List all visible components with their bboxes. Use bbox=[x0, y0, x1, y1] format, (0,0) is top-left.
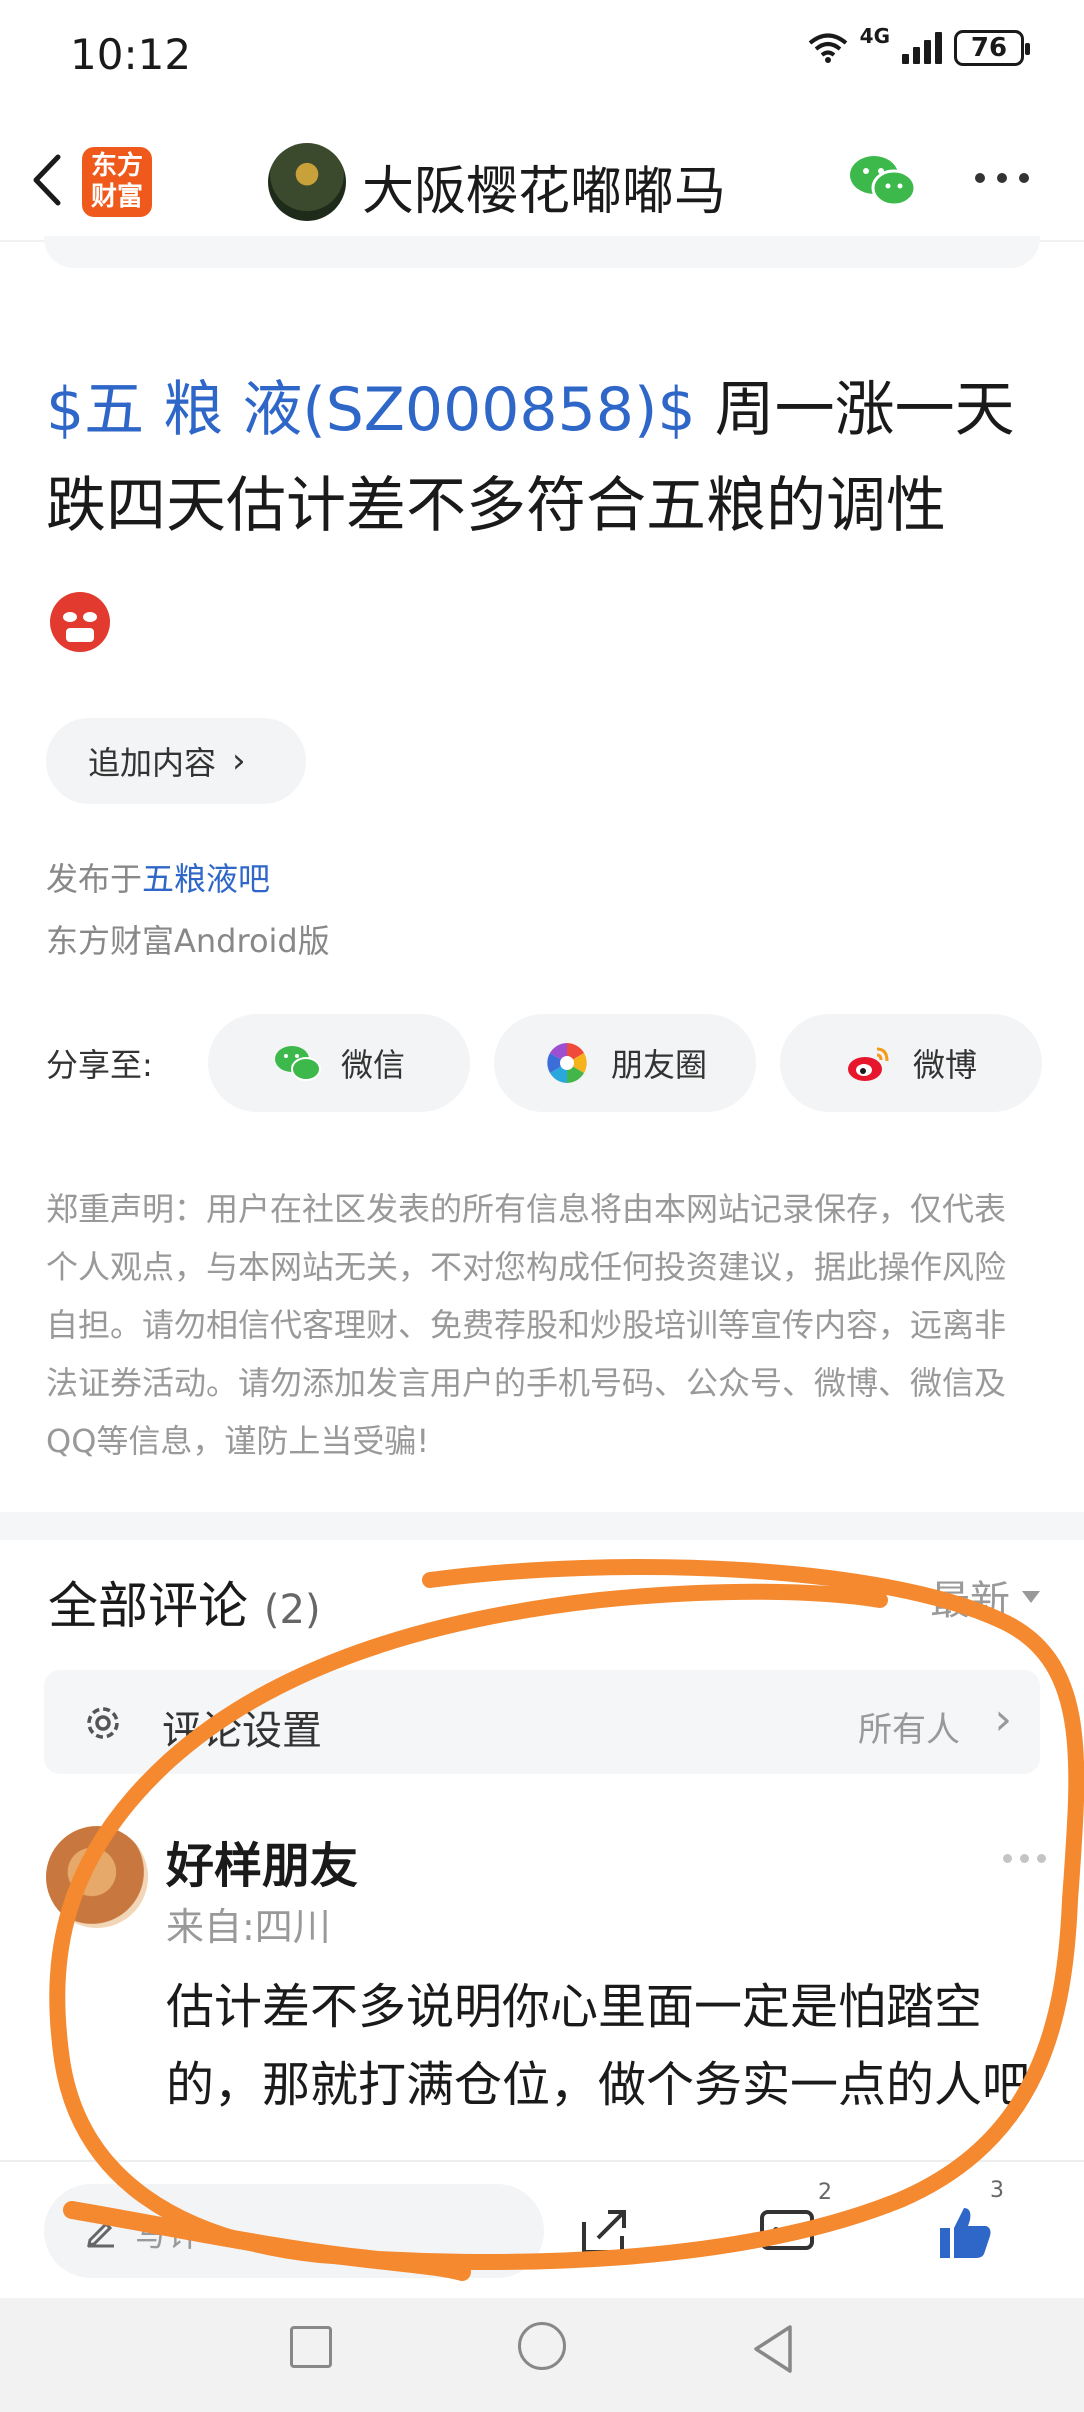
pencil-icon bbox=[87, 2221, 114, 2248]
like-icon[interactable] bbox=[934, 2202, 994, 2262]
like-count-badge: 3 bbox=[990, 2178, 1004, 2203]
commenter-name[interactable]: 好样朋友 bbox=[166, 1826, 358, 1896]
sort-label: 最新 bbox=[930, 1578, 1010, 1624]
comment-icon[interactable] bbox=[758, 2202, 818, 2262]
comment-count-badge: 2 bbox=[818, 2180, 832, 2205]
status-icons: 4G 76 bbox=[808, 24, 1030, 66]
angry-emoji-icon bbox=[50, 592, 110, 652]
caret-down-icon bbox=[1022, 1591, 1040, 1603]
comments-header: 全部评论 (2) bbox=[48, 1566, 321, 1638]
battery-level: 76 bbox=[970, 33, 1008, 63]
commenter-location: 来自:四川 bbox=[166, 1905, 331, 1949]
bar-link[interactable]: 五粮液吧 bbox=[142, 860, 270, 898]
status-time: 10:12 bbox=[70, 30, 192, 79]
collapsed-card-edge bbox=[44, 236, 1040, 268]
published-prefix: 发布于 bbox=[46, 860, 143, 898]
back-arrow-icon[interactable] bbox=[22, 145, 72, 215]
published-in: 发布于五粮液吧 bbox=[46, 854, 270, 900]
chevron-right-icon: › bbox=[994, 1694, 1012, 1745]
share-weibo-button[interactable]: 微博 bbox=[780, 1014, 1042, 1112]
system-nav-bar bbox=[0, 2298, 1084, 2412]
append-content-button[interactable]: 追加内容 › bbox=[46, 718, 306, 804]
more-options-icon[interactable] bbox=[975, 173, 1029, 183]
bottom-action-bar: 写评 2 3 bbox=[0, 2160, 1084, 2298]
comments-count: (2) bbox=[263, 1587, 321, 1633]
top-nav: 东方财富 大阪樱花嘟嘟马 bbox=[0, 125, 1084, 235]
share-moments-button[interactable]: 朋友圈 bbox=[494, 1014, 756, 1112]
stock-tag-link[interactable]: $五 粮 液(SZ000858)$ bbox=[46, 375, 696, 445]
recent-apps-icon[interactable] bbox=[290, 2326, 332, 2368]
author-name[interactable]: 大阪樱花嘟嘟马 bbox=[362, 149, 726, 224]
share-moments-label: 朋友圈 bbox=[610, 1046, 707, 1084]
share-wechat-button[interactable]: 微信 bbox=[208, 1014, 470, 1112]
share-wechat-label: 微信 bbox=[340, 1046, 405, 1084]
commenter-avatar[interactable] bbox=[46, 1826, 148, 1928]
comment-more-icon[interactable] bbox=[1003, 1854, 1046, 1863]
nav-back-icon[interactable] bbox=[748, 2322, 798, 2376]
comment-settings-row[interactable]: 评论设置 所有人 › bbox=[44, 1670, 1040, 1774]
share-icon[interactable] bbox=[574, 2202, 634, 2262]
comments-title: 全部评论 bbox=[48, 1577, 248, 1635]
comment-text: 估计差不多说明你心里面一定是怕踏空的，那就打满仓位，做个务实一点的人吧 bbox=[166, 1979, 1031, 2113]
write-comment-placeholder: 写评 bbox=[134, 2214, 202, 2255]
network-type: 4G bbox=[859, 24, 890, 48]
author-avatar[interactable] bbox=[268, 143, 346, 221]
disclaimer-text: 郑重声明：用户在社区发表的所有信息将由本网站记录保存，仅代表个人观点，与本网站无… bbox=[46, 1190, 1007, 1460]
comment-settings-label: 评论设置 bbox=[162, 1708, 322, 1754]
home-icon[interactable] bbox=[518, 2322, 566, 2370]
write-comment-input[interactable]: 写评 bbox=[44, 2184, 544, 2278]
moments-icon bbox=[547, 1043, 587, 1083]
chevron-right-icon: › bbox=[232, 741, 246, 781]
wechat-icon bbox=[274, 1046, 321, 1081]
sort-dropdown[interactable]: 最新 bbox=[930, 1568, 1040, 1626]
append-content-label: 追加内容 bbox=[88, 744, 217, 782]
wechat-share-icon[interactable] bbox=[848, 151, 918, 211]
app-logo[interactable]: 东方财富 bbox=[82, 147, 152, 217]
share-weibo-label: 微博 bbox=[912, 1046, 977, 1084]
comment-settings-value: 所有人 bbox=[858, 1710, 960, 1750]
share-label: 分享至: bbox=[46, 1046, 153, 1084]
gear-icon bbox=[87, 1707, 119, 1739]
post-content: $五 粮 液(SZ000858)$ 周一涨一天跌四天估计差不多符合五粮的调性 bbox=[46, 362, 1056, 554]
status-bar: 10:12 4G 76 bbox=[0, 0, 1084, 110]
client-source: 东方财富Android版 bbox=[46, 922, 330, 960]
wifi-icon bbox=[808, 33, 847, 63]
weibo-icon bbox=[847, 1047, 889, 1081]
battery-icon: 76 bbox=[954, 30, 1030, 66]
signal-icon bbox=[902, 32, 942, 64]
section-divider bbox=[0, 1512, 1084, 1540]
